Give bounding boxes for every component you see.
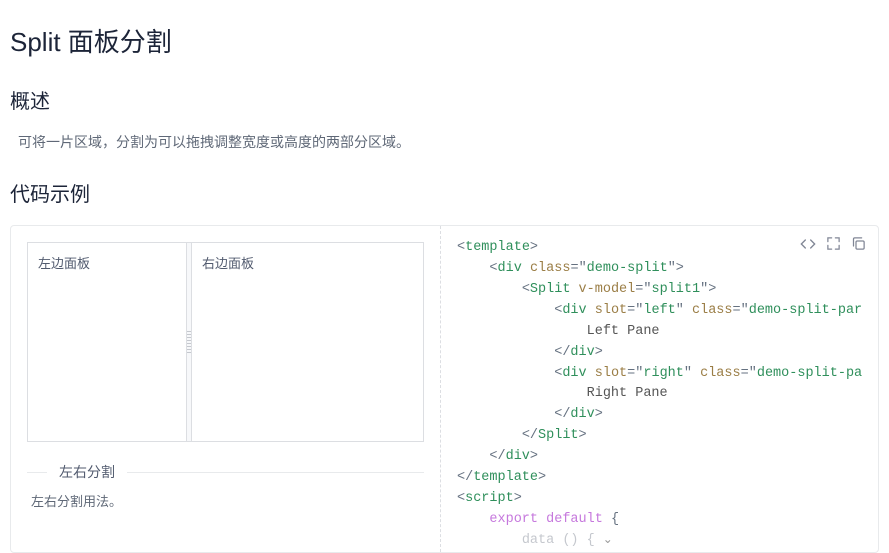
expand-icon[interactable] [826,236,841,252]
split-right-label: 右边面板 [202,256,254,271]
demo-description: 左右分割用法。 [31,491,424,510]
example-demo-area: 左边面板 右边面板 左右分割 左右分割用法。 [11,226,441,552]
split-left-pane: 左边面板 [28,243,186,441]
demo-split: 左边面板 右边面板 [27,242,424,442]
code-icon[interactable] [800,236,816,252]
demo-title: 左右分割 [47,462,127,482]
overview-heading: 概述 [10,85,879,114]
copy-icon[interactable] [851,236,866,252]
page-title: Split 面板分割 [10,22,879,59]
example-card: 左边面板 右边面板 左右分割 左右分割用法。 [10,225,879,553]
drag-handle-icon [187,331,191,353]
split-left-label: 左边面板 [38,256,90,271]
example-code-area: <template> <div class="demo-split"> <Spl… [441,226,878,552]
code-block: <template> <div class="demo-split"> <Spl… [457,238,862,552]
examples-heading: 代码示例 [10,178,879,207]
overview-text: 可将一片区域，分割为可以拖拽调整宽度或高度的两部分区域。 [18,132,879,152]
chevron-down-icon[interactable]: ⌄ [595,531,613,550]
split-right-pane: 右边面板 [192,243,423,441]
